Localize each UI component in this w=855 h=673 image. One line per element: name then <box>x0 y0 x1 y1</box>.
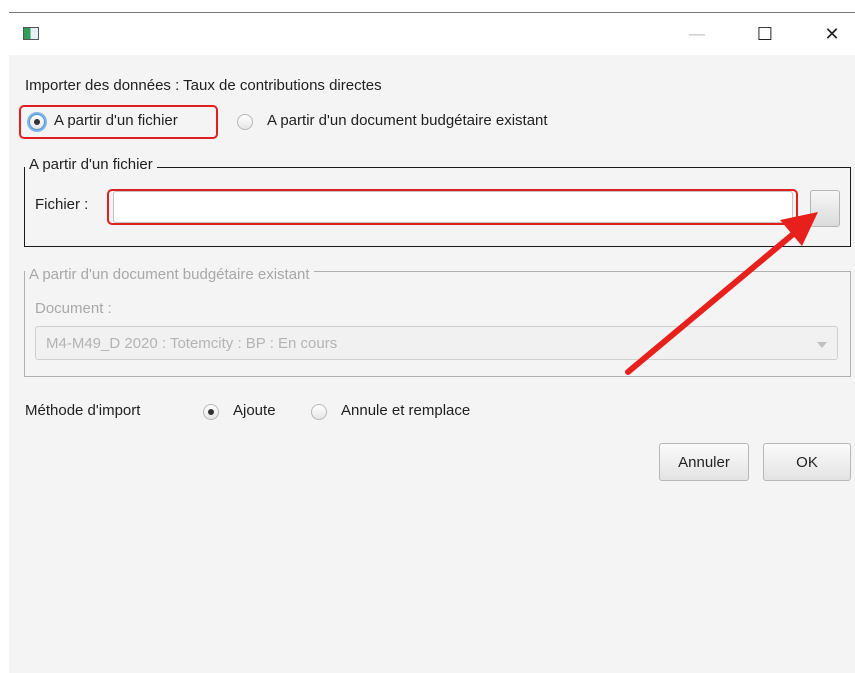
file-section-legend: A partir d'un fichier <box>25 156 157 173</box>
maximize-icon: ☐ <box>756 23 774 45</box>
cancel-button-label: Annuler <box>678 453 730 471</box>
document-field-label: Document : <box>35 300 112 317</box>
radio-replace[interactable]: Annule et remplace <box>309 398 509 426</box>
radio-from-document-circle[interactable] <box>237 114 253 130</box>
minimize-button[interactable]: — <box>674 13 720 55</box>
highlight-file-input <box>107 189 798 225</box>
app-icon <box>23 27 39 40</box>
radio-from-document-label: A partir d'un document budgétaire exista… <box>267 112 548 129</box>
radio-from-document[interactable]: A partir d'un document budgétaire exista… <box>235 106 615 138</box>
highlight-radio-from-file <box>19 105 218 139</box>
dialog-heading: Importer des données : Taux de contribut… <box>25 77 382 94</box>
close-icon: ✕ <box>824 23 840 45</box>
ok-button-label: OK <box>796 453 818 471</box>
browse-button[interactable] <box>810 190 840 227</box>
document-select-value: M4-M49_D 2020 : Totemcity : BP : En cour… <box>46 335 338 352</box>
radio-replace-label: Annule et remplace <box>341 402 471 419</box>
file-field-label: Fichier : <box>35 196 89 213</box>
chevron-down-icon <box>817 342 827 348</box>
ok-button[interactable]: OK <box>763 443 851 481</box>
close-button[interactable]: ✕ <box>809 13 855 55</box>
import-method-label: Méthode d'import <box>25 402 141 419</box>
radio-replace-circle[interactable] <box>311 404 327 420</box>
document-section <box>24 271 851 377</box>
title-bar: — ☐ ✕ <box>9 13 855 55</box>
import-dialog-window: — ☐ ✕ Importer des données : Taux de con… <box>9 12 855 673</box>
document-select[interactable]: M4-M49_D 2020 : Totemcity : BP : En cour… <box>35 326 838 360</box>
radio-append-circle[interactable] <box>203 404 219 420</box>
cancel-button[interactable]: Annuler <box>659 443 749 481</box>
radio-append[interactable]: Ajoute <box>201 398 301 426</box>
minimize-icon: — <box>688 23 706 45</box>
maximize-button[interactable]: ☐ <box>742 13 788 55</box>
radio-append-label: Ajoute <box>233 402 276 419</box>
document-section-legend: A partir d'un document budgétaire exista… <box>25 266 314 283</box>
